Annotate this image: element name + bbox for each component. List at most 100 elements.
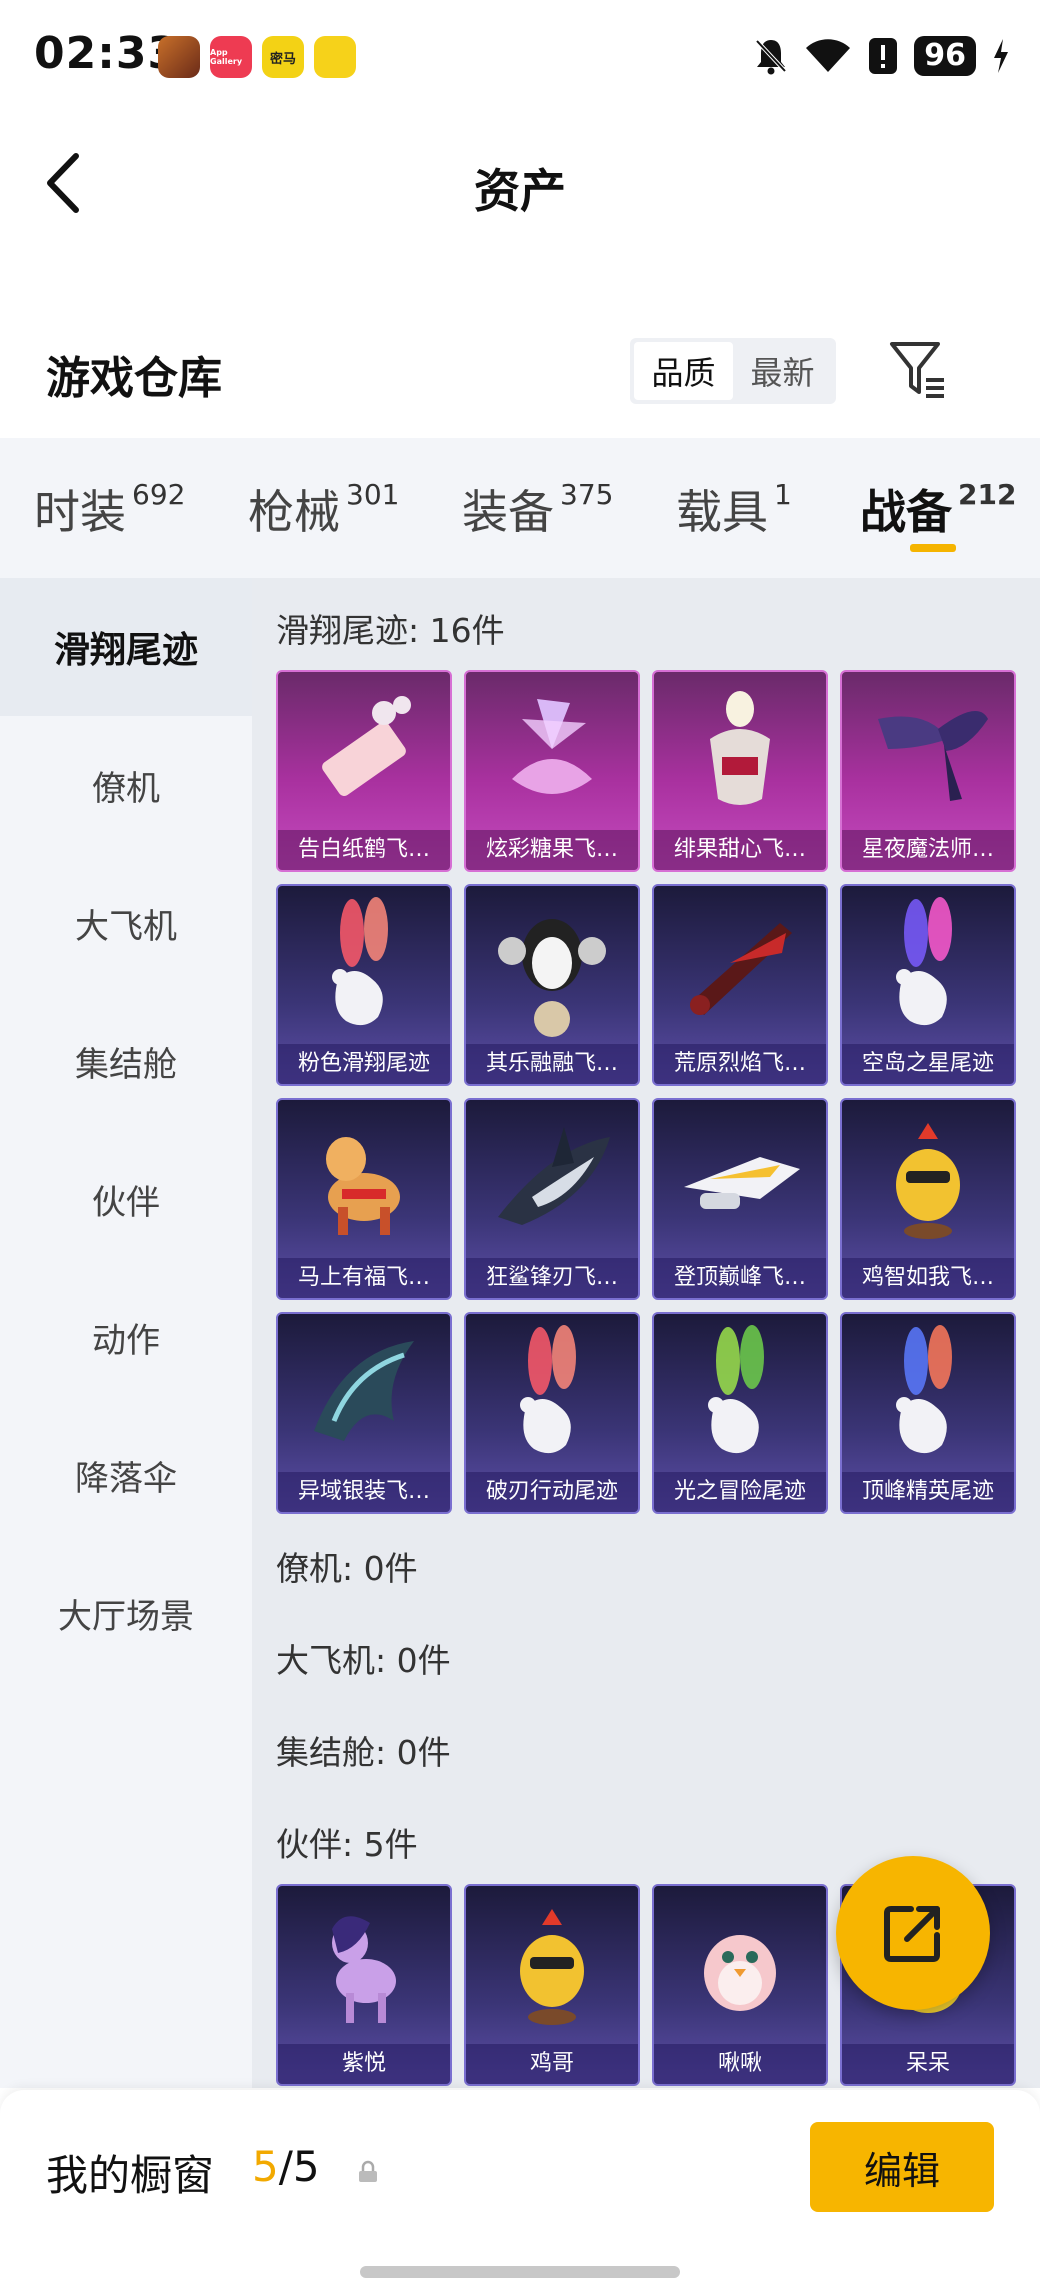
item-card[interactable]: 荒原烈焰飞… — [652, 884, 828, 1086]
item-name: 异域银装飞… — [278, 1472, 450, 1512]
item-card[interactable]: 鸡智如我飞… — [840, 1098, 1016, 1300]
showcase-count: 5/5 — [252, 2142, 320, 2191]
filter-icon[interactable] — [888, 340, 948, 400]
tab-count: 692 — [132, 478, 186, 511]
sidebar-item-partner[interactable]: 伙伴 — [0, 1130, 252, 1268]
smoke-trail-icon — [278, 886, 450, 1050]
yellow-app-icon — [314, 36, 356, 78]
share-button[interactable] — [836, 1856, 990, 2010]
item-name: 星夜魔法师… — [842, 830, 1014, 870]
penguin-icon — [466, 886, 638, 1050]
glide-grid: 告白纸鹤飞… 炫彩糖果飞… 绯果甜心飞… 星夜魔法师… 粉色滑翔尾迹 其乐融融飞… 荒原烈焰… — [276, 670, 1016, 1514]
rainbow-trail-icon — [842, 886, 1014, 1050]
item-name: 粉色滑翔尾迹 — [278, 1044, 450, 1084]
item-card[interactable]: 登顶巅峰飞… — [652, 1098, 828, 1300]
page-title: 资产 — [474, 164, 566, 218]
flame-glider-icon — [654, 886, 826, 1050]
item-name: 啾啾 — [654, 2044, 826, 2084]
item-card[interactable]: 马上有福飞… — [276, 1098, 452, 1300]
item-name: 顶峰精英尾迹 — [842, 1472, 1014, 1512]
item-card[interactable]: 绯果甜心飞… — [652, 670, 828, 872]
section-label-assembly-pod: 集结舱: 0件 — [276, 1733, 451, 1772]
item-name: 其乐融融飞… — [466, 1044, 638, 1084]
chicken-icon — [842, 1100, 1014, 1264]
item-name: 光之冒险尾迹 — [654, 1472, 826, 1512]
sidebar-item-big-plane[interactable]: 大飞机 — [0, 854, 252, 992]
smoke-trail-icon — [466, 1314, 638, 1478]
exotic-wing-icon — [278, 1314, 450, 1478]
status-indicators: 96 — [754, 36, 1010, 76]
sort-toggle: 品质 最新 — [630, 338, 836, 404]
item-name: 马上有福飞… — [278, 1258, 450, 1298]
item-name: 呆呆 — [842, 2044, 1014, 2084]
item-card[interactable]: 告白纸鹤飞… — [276, 670, 452, 872]
paper-crane-icon — [278, 672, 450, 836]
tab-guns[interactable]: 枪械 301 — [248, 476, 399, 542]
section-label-big-plane: 大飞机: 0件 — [276, 1641, 451, 1680]
item-card[interactable]: 狂鲨锋刃飞… — [464, 1098, 640, 1300]
wifi-icon — [806, 39, 851, 72]
item-card[interactable]: 紫悦 — [276, 1884, 452, 2086]
item-card[interactable]: 顶峰精英尾迹 — [840, 1312, 1016, 1514]
showcase-total: 5 — [292, 2142, 320, 2191]
item-name: 荒原烈焰飞… — [654, 1044, 826, 1084]
game-app-icon — [158, 36, 200, 78]
item-card[interactable]: 鸡哥 — [464, 1884, 640, 2086]
tab-fashion[interactable]: 时装 692 — [34, 476, 185, 542]
item-card[interactable]: 异域银装飞… — [276, 1312, 452, 1514]
item-card[interactable]: 星夜魔法师… — [840, 670, 1016, 872]
showcase-label: 我的橱窗 — [46, 2151, 215, 2200]
item-name: 紫悦 — [278, 2044, 450, 2084]
section-label-partner: 伙伴: 5件 — [276, 1825, 418, 1864]
item-card[interactable]: 其乐融融飞… — [464, 884, 640, 1086]
wings-icon — [842, 672, 1014, 836]
sidebar-item-assembly-pod[interactable]: 集结舱 — [0, 992, 252, 1130]
sweetheart-icon — [654, 672, 826, 836]
edit-button[interactable]: 编辑 — [810, 2122, 994, 2212]
tab-count: 375 — [560, 478, 614, 511]
item-card[interactable]: 空岛之星尾迹 — [840, 884, 1016, 1086]
item-card[interactable]: 光之冒险尾迹 — [652, 1312, 828, 1514]
item-card[interactable]: 啾啾 — [652, 1884, 828, 2086]
item-card[interactable]: 炫彩糖果飞… — [464, 670, 640, 872]
item-name: 登顶巅峰飞… — [654, 1258, 826, 1298]
sort-quality-option[interactable]: 品质 — [634, 342, 733, 400]
tab-count: 301 — [346, 478, 400, 511]
warehouse-title: 游戏仓库 — [46, 353, 222, 404]
shark-icon — [466, 1100, 638, 1264]
showcase-separator: / — [278, 2142, 293, 2191]
alert-icon — [869, 38, 898, 74]
item-card[interactable]: 破刃行动尾迹 — [464, 1312, 640, 1514]
section-label-wingman: 僚机: 0件 — [276, 1549, 418, 1588]
sidebar-item-lobby-scene[interactable]: 大厅场景 — [0, 1544, 252, 1682]
sidebar: 滑翔尾迹 僚机 大飞机 集结舱 伙伴 动作 降落伞 大厅场景 — [0, 578, 252, 2088]
item-name: 告白纸鹤飞… — [278, 830, 450, 870]
sidebar-item-parachute[interactable]: 降落伞 — [0, 1406, 252, 1544]
tab-label: 战备 — [860, 485, 952, 539]
sidebar-item-wingman[interactable]: 僚机 — [0, 716, 252, 854]
sidebar-item-glide-trail[interactable]: 滑翔尾迹 — [0, 578, 252, 716]
item-card[interactable]: 粉色滑翔尾迹 — [276, 884, 452, 1086]
home-indicator[interactable] — [360, 2266, 680, 2278]
item-name: 炫彩糖果飞… — [466, 830, 638, 870]
sort-newest-option[interactable]: 最新 — [733, 342, 832, 400]
category-tabs: 时装 692 枪械 301 装备 375 载具 1 战备 212 — [0, 438, 1040, 578]
tab-vehicles[interactable]: 载具 1 — [676, 476, 792, 542]
item-name: 空岛之星尾迹 — [842, 1044, 1014, 1084]
item-name: 狂鲨锋刃飞… — [466, 1258, 638, 1298]
jet-icon — [654, 1100, 826, 1264]
sidebar-item-emote[interactable]: 动作 — [0, 1268, 252, 1406]
tab-count: 212 — [958, 478, 1017, 511]
tab-label: 枪械 — [248, 485, 340, 539]
chicken-icon — [466, 1886, 638, 2050]
horse-icon — [278, 1100, 450, 1264]
bird-icon — [654, 1886, 826, 2050]
lock-icon — [359, 2160, 377, 2182]
tab-equipment[interactable]: 装备 375 — [462, 476, 613, 542]
elite-trail-icon — [842, 1314, 1014, 1478]
tab-battle-prep[interactable]: 战备 212 — [860, 476, 1016, 542]
tab-count: 1 — [774, 478, 792, 511]
pony-icon — [278, 1886, 450, 2050]
charging-icon — [994, 39, 1008, 73]
item-name: 破刃行动尾迹 — [466, 1472, 638, 1512]
